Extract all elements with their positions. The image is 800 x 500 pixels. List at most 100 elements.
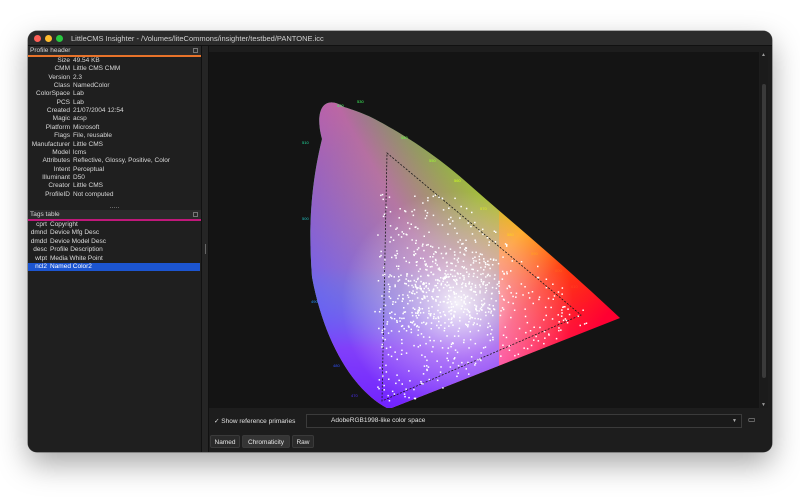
named-color-point — [377, 234, 379, 236]
undock-panel-icon[interactable] — [193, 48, 198, 53]
scrollbar-thumb[interactable] — [762, 84, 766, 378]
named-color-point — [426, 359, 428, 362]
named-color-point — [518, 327, 521, 330]
named-color-point — [526, 347, 529, 350]
tag-row-desc[interactable]: desc Profile Description — [28, 246, 200, 254]
named-color-point — [466, 271, 468, 273]
named-color-point — [408, 291, 411, 293]
named-color-point — [449, 286, 451, 289]
named-color-point — [400, 274, 402, 276]
zoom-window-button[interactable] — [56, 35, 63, 42]
named-color-point — [451, 317, 453, 319]
named-color-point — [425, 291, 428, 294]
scroll-up-arrow-icon[interactable]: ▲ — [761, 52, 766, 58]
named-color-point — [464, 308, 466, 310]
named-color-point — [465, 207, 468, 210]
named-color-point — [506, 271, 508, 273]
named-color-point — [512, 295, 514, 298]
folder-icon[interactable]: ▭ — [748, 415, 758, 425]
named-color-point — [474, 239, 476, 241]
pane-splitter[interactable] — [201, 46, 209, 452]
minimize-window-button[interactable] — [45, 35, 52, 42]
tag-row-dmnd[interactable]: dmnd Device Mfg Desc — [28, 229, 200, 237]
tag-row-dmdd[interactable]: dmdd Device Model Desc — [28, 238, 200, 246]
profile-header-row: Creator Little CMS — [28, 182, 201, 190]
named-color-point — [468, 273, 470, 275]
named-color-point — [471, 233, 474, 235]
named-color-point — [486, 237, 489, 239]
named-color-point — [422, 202, 424, 204]
named-color-point — [463, 254, 466, 256]
named-color-point — [390, 330, 393, 332]
named-color-point — [472, 290, 475, 293]
tab-raw[interactable]: Raw — [292, 435, 314, 448]
named-color-point — [486, 334, 489, 336]
named-color-point — [491, 292, 493, 295]
named-color-point — [456, 232, 458, 235]
title-bar[interactable]: LittleCMS Insighter - /Volumes/liteCommo… — [28, 31, 772, 46]
profile-field-name: Platform — [45, 123, 70, 131]
named-color-point — [420, 333, 423, 335]
named-color-point — [403, 307, 405, 309]
named-color-point — [524, 315, 527, 318]
named-color-point — [557, 314, 559, 316]
named-color-point — [449, 366, 452, 368]
named-color-point — [440, 366, 442, 368]
named-color-point — [386, 323, 388, 325]
named-color-point — [387, 353, 390, 356]
diagram-vertical-scrollbar[interactable]: ▲ ▼ — [760, 52, 768, 408]
named-color-point — [460, 299, 463, 301]
tag-row-cprt[interactable]: cprt Copyright — [28, 221, 200, 229]
named-color-point — [421, 322, 423, 324]
named-color-point — [398, 330, 400, 333]
undock-panel-icon[interactable] — [193, 212, 198, 217]
named-color-point — [438, 280, 441, 282]
profile-field-value: 2.3 — [73, 73, 83, 81]
named-color-point — [537, 276, 540, 279]
named-color-point — [415, 281, 417, 283]
named-color-point — [393, 276, 395, 278]
scroll-down-arrow-icon[interactable]: ▼ — [761, 402, 766, 408]
named-color-point — [547, 297, 550, 300]
tag-row-wtpt[interactable]: wtpt Media White Point — [28, 255, 200, 263]
named-color-point — [489, 339, 491, 342]
named-color-point — [404, 395, 406, 398]
named-color-point — [482, 283, 484, 286]
named-color-point — [416, 291, 418, 294]
named-color-point — [492, 314, 494, 317]
close-window-button[interactable] — [34, 35, 41, 42]
named-color-point — [486, 274, 489, 277]
named-color-point — [461, 305, 463, 307]
named-color-point — [469, 338, 472, 341]
named-color-point — [427, 274, 429, 277]
profile-header-label: Profile header — [30, 47, 71, 54]
profile-field-name: Illuminant — [42, 173, 70, 181]
named-color-point — [469, 317, 471, 320]
tab-named[interactable]: Named — [210, 435, 240, 448]
named-color-point — [444, 296, 447, 298]
tab-chromaticity[interactable]: Chromaticity — [242, 435, 290, 448]
named-color-point — [441, 197, 443, 200]
named-color-point — [382, 274, 384, 276]
named-color-point — [382, 198, 384, 201]
named-color-point — [383, 384, 385, 387]
named-color-point — [407, 296, 410, 299]
section-splitter-handle[interactable] — [110, 207, 119, 209]
named-color-point — [388, 378, 390, 380]
named-color-point — [505, 336, 508, 339]
named-color-point — [474, 362, 477, 365]
tag-row-ncl2[interactable]: ncl2 Named Color2 — [28, 263, 200, 272]
named-color-point — [503, 273, 505, 275]
named-color-point — [473, 322, 475, 324]
named-color-point — [474, 284, 477, 287]
named-color-point — [388, 295, 390, 298]
splitter-grip — [205, 244, 206, 254]
profile-field-value: Little CMS CMM — [73, 65, 121, 73]
named-color-point — [480, 278, 482, 281]
show-reference-primaries-checkbox[interactable]: ✓ Show reference primaries — [214, 417, 295, 425]
named-color-point — [555, 337, 558, 340]
named-color-point — [472, 275, 475, 278]
color-space-select[interactable]: AdobeRGB1998-like color space ▼ — [306, 414, 742, 428]
named-color-point — [489, 258, 492, 260]
named-color-point — [443, 300, 445, 303]
